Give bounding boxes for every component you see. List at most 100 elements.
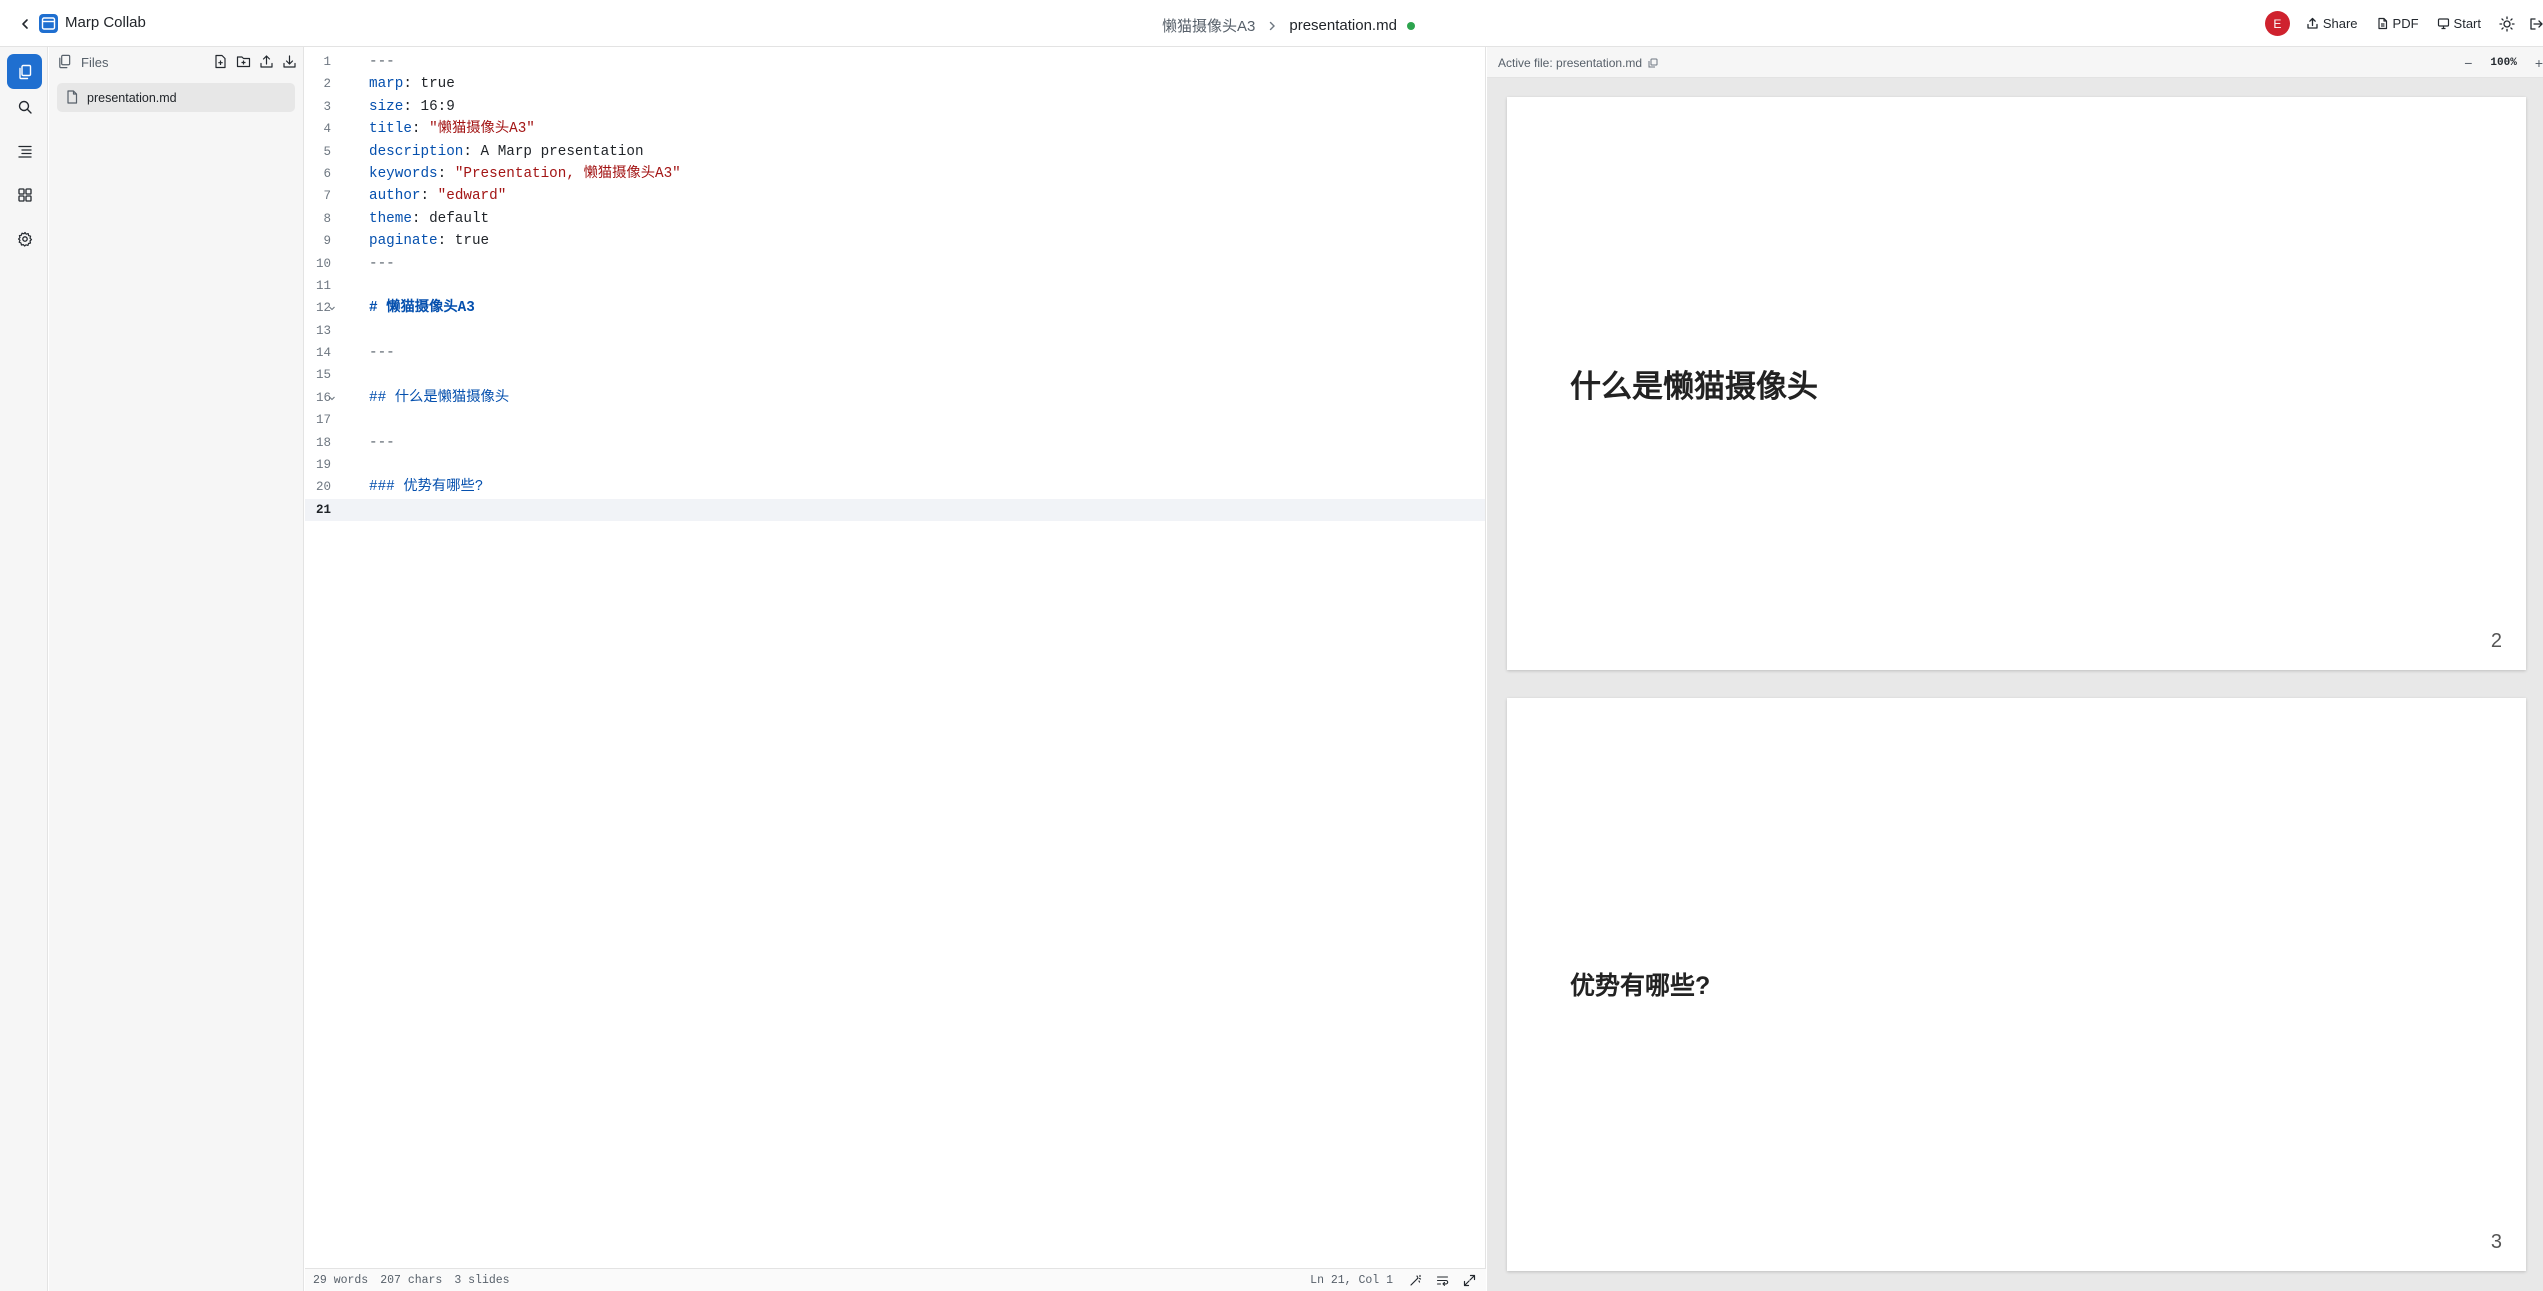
share-icon [2306,17,2319,30]
zoom-out-button[interactable]: − [2464,55,2472,71]
code-line[interactable]: 16 ## 什么是懒猫摄像头 [305,387,1485,409]
code-line[interactable]: 21 [305,498,1485,522]
magic-wand-icon[interactable] [1407,1272,1424,1289]
new-file-icon[interactable] [212,53,229,70]
token: marp [369,76,404,93]
slide-page-number: 3 [2490,1231,2502,1253]
line-number: 1 [323,55,331,69]
exit-icon[interactable] [2529,17,2543,31]
line-number: 6 [323,166,331,181]
download-icon[interactable] [281,53,298,70]
slide-page-number: 2 [2490,630,2502,652]
grid-icon[interactable] [7,177,42,212]
file-item-presentation[interactable]: presentation.md [57,83,295,112]
share-button[interactable]: Share [2306,16,2358,31]
top-header: Marp Collab 懒猫摄像头A3 presentation.md E Sh… [0,0,2543,47]
search-icon[interactable] [7,89,42,124]
code-line[interactable]: 20 ### 优势有哪些? [305,476,1485,498]
code-line[interactable]: 1 --- [305,51,1485,73]
line-text: # 懒猫摄像头A3 [369,297,475,319]
code-line[interactable]: 6 keywords: "Presentation, 懒猫摄像头A3" [305,163,1485,185]
code-line[interactable]: 10 --- [305,253,1485,275]
token: : [411,121,430,138]
line-text: title: "懒猫摄像头A3" [369,118,535,140]
breadcrumb-file: presentation.md [1289,17,1397,34]
code-line[interactable]: 14 --- [305,342,1485,364]
token: : true [403,76,455,93]
file-explorer: Files presentation.md [49,47,304,1291]
zoom-in-button[interactable]: + [2535,55,2543,71]
active-file-label: Active file: presentation.md [1498,56,1643,70]
monitor-icon [2437,17,2450,30]
pdf-button[interactable]: PDF [2376,16,2419,31]
code-line[interactable]: 12 # 懒猫摄像头A3 [305,297,1485,319]
code-line[interactable]: 15 [305,364,1485,386]
line-number: 17 [315,413,331,428]
code-line[interactable]: 13 [305,320,1485,342]
expand-icon[interactable] [1461,1272,1478,1289]
code-line[interactable]: 5 description: A Marp presentation [305,141,1485,163]
line-number: 2 [323,77,331,92]
token: title [369,121,412,138]
explorer-toolbar [212,53,298,70]
line-number: 4 [323,122,331,137]
cursor-position: Ln 21, Col 1 [1310,1274,1393,1287]
fold-chevron-icon[interactable] [328,387,336,409]
gear-icon[interactable] [7,221,42,256]
token: : true [437,233,490,250]
line-number: 21 [315,502,331,517]
line-number: 14 [315,346,331,361]
token: : [420,188,438,205]
breadcrumb-project[interactable]: 懒猫摄像头A3 [1162,15,1255,36]
code-editor[interactable]: 1 --- 2 marp: true 3 size: 16:9 4 title: "懒猫摄像头… [305,47,1486,1268]
token: : 16:9 [403,98,455,115]
code-line[interactable]: 7 author: "edward" [305,185,1485,207]
code-line[interactable]: 8 theme: default [305,208,1485,230]
line-text: theme: default [369,208,489,230]
line-number: 15 [315,368,331,383]
token: --- [369,54,395,70]
back-chevron-icon[interactable] [14,13,36,35]
outline-icon[interactable] [7,133,42,168]
line-number: 13 [315,323,331,338]
app-title: Marp Collab [65,14,146,31]
upload-icon[interactable] [258,53,275,70]
line-number: 8 [323,211,331,226]
sun-icon[interactable] [2499,15,2515,32]
breadcrumb: 懒猫摄像头A3 presentation.md [1162,15,1415,36]
app-logo-icon [38,13,59,34]
code-line[interactable]: 3 size: 16:9 [305,96,1485,118]
token: ## 什么是懒猫摄像头 [369,389,510,406]
token: "Presentation, 懒猫摄像头A3" [454,165,681,182]
copy-icon[interactable] [1648,58,1658,68]
slide-preview: Active file: presentation.md − 100% + 什么… [1487,47,2543,1291]
token: author [369,188,421,205]
line-text: keywords: "Presentation, 懒猫摄像头A3" [369,163,681,185]
code-line[interactable]: 2 marp: true [305,73,1485,95]
explorer-title: Files [81,55,109,70]
line-number: 11 [315,278,331,293]
code-line[interactable]: 18 --- [305,432,1485,454]
token: : default [411,210,490,227]
line-text: marp: true [369,73,455,95]
code-line[interactable]: 11 [305,275,1485,297]
slide-preview-2[interactable]: 什么是懒猫摄像头 2 [1507,97,2526,670]
line-number: 18 [315,435,331,450]
wrap-lines-icon[interactable] [1434,1272,1451,1289]
avatar[interactable]: E [2264,11,2290,36]
line-text: paginate: true [369,230,489,252]
code-line[interactable]: 9 paginate: true [305,230,1485,252]
line-text: --- [369,432,395,454]
token: ### 优势有哪些? [369,479,484,496]
line-number: 19 [315,458,331,473]
slide-preview-3[interactable]: 优势有哪些? 3 [1507,698,2526,1271]
code-line[interactable]: 4 title: "懒猫摄像头A3" [305,118,1485,140]
token: # 懒猫摄像头A3 [369,300,475,317]
code-line[interactable]: 17 [305,409,1485,431]
line-number: 5 [323,144,331,159]
fold-chevron-icon[interactable] [328,297,336,319]
start-button[interactable]: Start [2437,16,2481,31]
code-line[interactable]: 19 [305,454,1485,476]
new-folder-icon[interactable] [235,53,252,70]
files-icon[interactable] [7,54,42,89]
